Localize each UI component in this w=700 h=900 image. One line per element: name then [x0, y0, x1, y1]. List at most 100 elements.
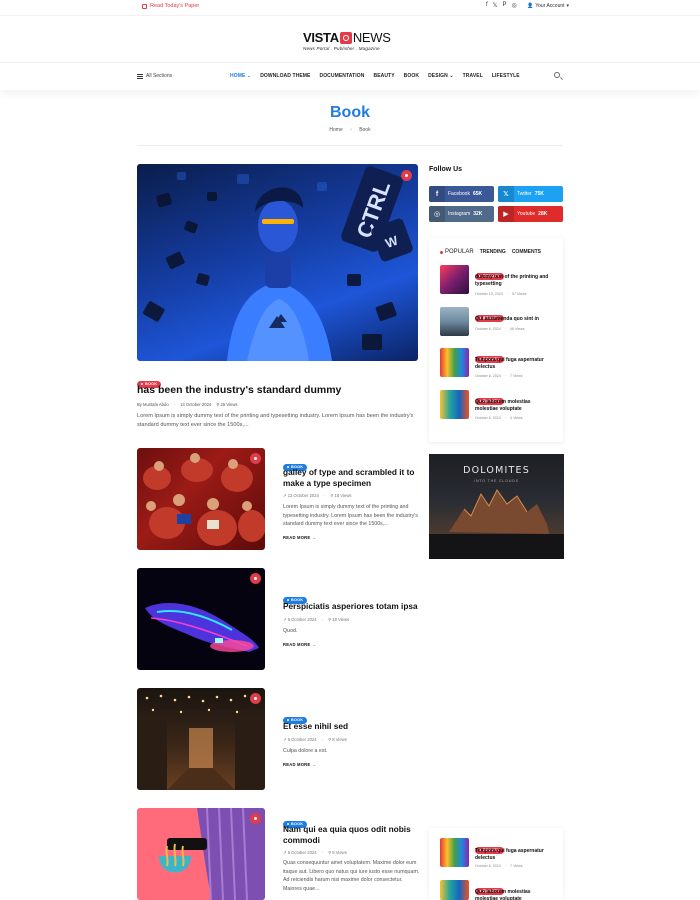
follow-us-heading: Follow Us	[429, 166, 463, 173]
nav-item-documentation[interactable]: DOCUMENTATION	[319, 73, 364, 79]
post-date: ↗ 6 October 2024	[283, 617, 317, 622]
side-post-title[interactable]: Tempora qui fuga aspernatur delectus	[475, 357, 555, 371]
nav-item-book[interactable]: BOOK	[404, 73, 419, 79]
post-views: ⚲ 18 Views	[330, 493, 352, 498]
featured-image[interactable]: CTRL W	[137, 164, 418, 361]
post-title[interactable]: Et esse nihil sed	[283, 721, 421, 732]
instagram-follow-button[interactable]: ◎ Instagram 32K	[429, 206, 494, 222]
chevron-down-icon: ▾	[566, 3, 570, 9]
bookmark-pin-icon[interactable]	[250, 693, 261, 704]
tab-comments[interactable]: COMMENTS	[512, 249, 541, 255]
side-post-title[interactable]: Qui assumenda quo sint in	[475, 316, 555, 323]
side-post-thumbnail[interactable]	[440, 307, 469, 336]
post-excerpt: Culpa dolore a est.	[283, 748, 328, 754]
tab-trending[interactable]: TRENDING	[480, 249, 506, 255]
read-todays-paper-link[interactable]: Read Today's Paper	[142, 3, 199, 9]
post-excerpt: Quas consequuntur amet voluptatem. Maxim…	[283, 860, 420, 892]
x-icon: 𝕏	[498, 186, 514, 202]
read-more-link[interactable]: READ MORE →	[283, 762, 316, 767]
post-meta: ↗ 6 October 2024 · ⚲ 8 Views	[283, 850, 347, 855]
widget-tabs: POPULAR TRENDING COMMENTS	[440, 249, 541, 255]
side-post-title[interactable]: Tempora qui fuga aspernatur delectus	[475, 848, 555, 862]
dolomites-ad-banner[interactable]: DOLOMITES INTO THE CLOUDS	[429, 454, 564, 559]
side-post-title[interactable]: Quo laborum molestias molestiae voluptat…	[475, 399, 555, 413]
bookmark-pin-icon[interactable]	[250, 573, 261, 584]
twitter-follow-button[interactable]: 𝕏 Twitter 75K	[498, 186, 563, 202]
nav-item-beauty[interactable]: BEAUTY	[373, 73, 394, 79]
site-logo[interactable]: VISTA NEWS News Portal . Publisher . Mag…	[303, 30, 403, 52]
post-image[interactable]	[137, 808, 265, 900]
side-post-meta: October 6, 2024 · 7 Views	[475, 864, 523, 868]
pinterest-icon[interactable]: P	[503, 2, 507, 9]
post-image[interactable]	[137, 448, 265, 550]
nav-item-travel[interactable]: TRAVEL	[463, 73, 483, 79]
post-illustration-street	[137, 694, 265, 790]
top-bar: Read Today's Paper f 𝕏 P ◎ 👤 Your Accoun…	[0, 0, 700, 16]
instagram-icon[interactable]: ◎	[512, 2, 517, 9]
bookmark-pin-icon[interactable]	[250, 453, 261, 464]
nav-item-download-theme[interactable]: DOWNLOAD THEME	[260, 73, 310, 79]
post-title[interactable]: Perspiciatis asperiores totam ipsa	[283, 601, 421, 612]
breadcrumb-separator-icon: ›	[350, 127, 352, 133]
nav-item-home[interactable]: HOME ⌄	[230, 73, 251, 79]
featured-date: 13 October 2024	[180, 402, 212, 407]
facebook-icon[interactable]: f	[486, 2, 488, 9]
side-post-meta: October 6, 2024 · 7 Views	[475, 374, 523, 378]
search-icon[interactable]	[554, 72, 560, 78]
side-post-thumbnail[interactable]	[440, 390, 469, 419]
youtube-follow-button[interactable]: ▶ Youtube 28K	[498, 206, 563, 222]
youtube-icon: ▶	[498, 206, 514, 222]
account-label: Your Account	[535, 3, 565, 9]
tab-popular[interactable]: POPULAR	[440, 249, 474, 255]
post-illustration-shoe	[145, 603, 259, 652]
side-post-thumbnail[interactable]	[440, 838, 469, 867]
featured-illustration: CTRL W	[142, 166, 413, 361]
read-more-link[interactable]: READ MORE →	[283, 535, 316, 540]
page-title: Book	[330, 104, 370, 121]
logo-brand-right: NEWS	[352, 30, 391, 45]
read-todays-paper-label: Read Today's Paper	[150, 3, 200, 9]
meta-separator: ·	[173, 402, 176, 407]
post-date: ↗ 13 October 2024	[283, 493, 319, 498]
featured-author[interactable]: By Mustafa Abdo	[137, 402, 169, 407]
side-post-thumbnail[interactable]	[440, 348, 469, 377]
post-image[interactable]	[137, 568, 265, 670]
featured-excerpt: Lorem Ipsum is simply dummy text of the …	[137, 413, 414, 428]
user-icon: 👤	[527, 3, 534, 9]
logo-mark-icon	[339, 31, 352, 44]
post-meta: ↗ 6 October 2024 · ⚲ 8 Views	[283, 737, 347, 742]
nav-item-lifestyle[interactable]: LIFESTYLE	[492, 73, 520, 79]
nav-item-design[interactable]: DESIGN ⌄	[428, 73, 454, 79]
post-views: ⚲ 8 Views	[327, 850, 347, 855]
facebook-follow-button[interactable]: f Facebook 65K	[429, 186, 494, 202]
bookmark-pin-icon[interactable]	[401, 170, 412, 181]
mountain-illustration	[429, 489, 564, 559]
instagram-icon: ◎	[429, 206, 445, 222]
side-post-meta: October 13, 2024 · 57 Views	[475, 292, 527, 296]
featured-title[interactable]: has been the industry's standard dummy	[137, 384, 341, 396]
post-title[interactable]: Nam qui ea quia quos odit nobis commodi	[283, 824, 421, 845]
breadcrumb-home[interactable]: Home	[329, 127, 342, 133]
all-sections-button[interactable]: All Sections	[137, 73, 172, 79]
post-views: ⚲ 8 Views	[327, 737, 347, 742]
post-excerpt: Lorem Ipsum is simply dummy text of the …	[283, 504, 418, 527]
post-date: ↗ 6 October 2024	[283, 850, 317, 855]
side-post-thumbnail[interactable]	[440, 265, 469, 294]
account-menu[interactable]: 👤 Your Account ▾	[527, 3, 569, 9]
x-icon[interactable]: 𝕏	[493, 2, 498, 9]
side-post-title[interactable]: Quo laborum molestias molestiae voluptat…	[475, 889, 555, 900]
title-divider	[137, 145, 563, 146]
side-post-thumbnail[interactable]	[440, 880, 469, 900]
breadcrumb-current: Book	[359, 127, 371, 133]
featured-views: ⚲ 25 Views	[216, 402, 238, 407]
post-title[interactable]: galley of type and scrambled it to make …	[283, 467, 421, 488]
hamburger-icon	[137, 73, 143, 79]
post-image[interactable]	[137, 688, 265, 790]
logo-brand-left: VISTA	[303, 30, 339, 45]
top-social-links: f 𝕏 P ◎	[486, 2, 517, 9]
read-more-link[interactable]: READ MORE →	[283, 642, 316, 647]
newspaper-icon	[142, 3, 147, 9]
post-meta: ↗ 13 October 2024 · ⚲ 18 Views	[283, 493, 352, 498]
bookmark-pin-icon[interactable]	[250, 813, 261, 824]
side-post-title[interactable]: dummy text of the printing and typesetti…	[475, 274, 555, 288]
